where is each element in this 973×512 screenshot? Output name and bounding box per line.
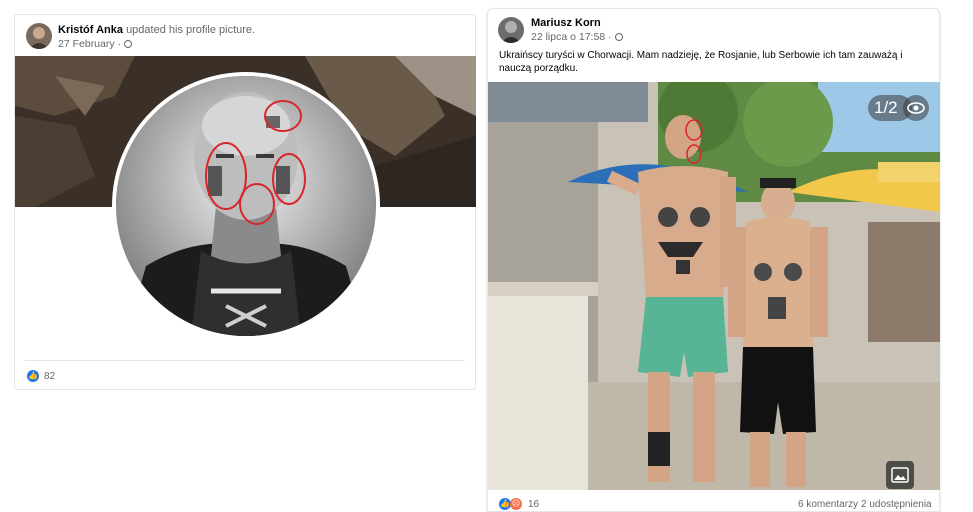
author-name[interactable]: Mariusz Korn [531,17,601,29]
like-icon[interactable]: 👍 [27,370,39,382]
post-photo[interactable] [488,82,940,490]
post-date[interactable]: 27 February [58,38,115,50]
profile-photo[interactable] [112,72,380,340]
angry-icon[interactable]: ☹ [510,498,522,510]
post-meta: 27 February · [58,38,132,50]
reaction-count[interactable]: 82 [44,371,55,382]
shared-photo-post: Mariusz Korn 22 lipca o 17:58 · Ukraińsc… [487,8,940,512]
post-action-text: updated his profile picture. [126,24,256,36]
post-meta: 22 lipca o 17:58 · [531,31,623,43]
eye-icon[interactable] [903,95,929,121]
globe-icon [614,33,623,41]
divider [25,360,465,361]
reaction-count[interactable]: 16 [528,499,539,510]
globe-icon [123,40,132,48]
author-line: Mariusz Korn [531,17,601,29]
image-icon[interactable] [886,461,914,489]
post-date[interactable]: 22 lipca o 17:58 [531,31,605,43]
post-caption: Ukraińscy turyści w Chorwacji. Mam nadzi… [499,50,903,74]
shares-link[interactable]: 2 udostępnienia [861,499,932,510]
author-avatar[interactable] [498,17,524,43]
author-avatar[interactable] [26,23,52,49]
profile-picture-post: Kristóf Anka updated his profile picture… [14,14,476,390]
author-name[interactable]: Kristóf Anka [58,24,123,36]
author-line: Kristóf Anka updated his profile picture… [58,24,255,36]
comments-link[interactable]: 6 komentarzy [798,499,858,510]
